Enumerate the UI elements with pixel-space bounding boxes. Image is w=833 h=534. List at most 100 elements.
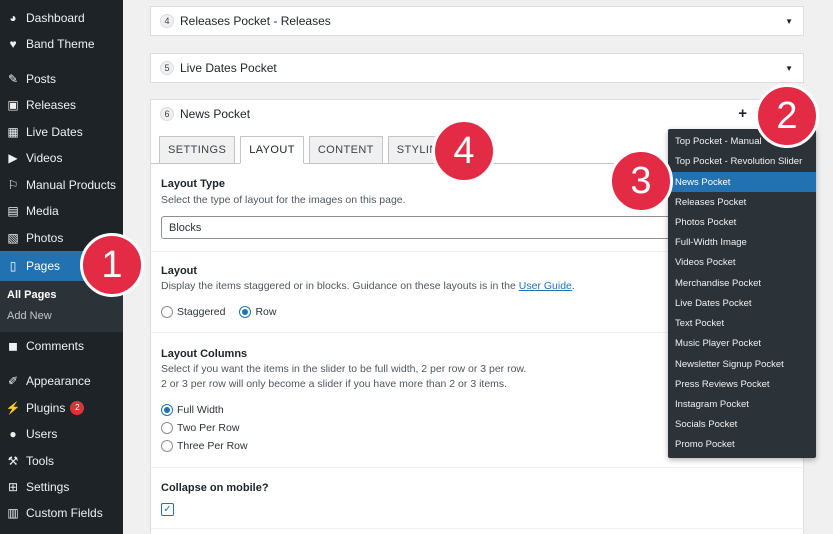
dropdown-item[interactable]: Newsletter Signup Pocket: [668, 354, 816, 374]
sidebar-item-label: Releases: [26, 98, 77, 112]
sidebar-item-posts[interactable]: ✎ Posts: [0, 66, 123, 92]
sidebar-item-label: Live Dates: [26, 125, 83, 139]
radio-label-row: Row: [255, 306, 277, 318]
step-marker-4: 4: [432, 119, 496, 183]
sidebar-item-label: Users: [26, 427, 58, 441]
sidebar-item-comments[interactable]: ◼ Comments: [0, 333, 123, 359]
submenu-all-pages[interactable]: All Pages: [7, 289, 57, 301]
sidebar-item-label: Posts: [26, 72, 57, 86]
sidebar-item-manual-products[interactable]: ⚐ Manual Products: [0, 172, 123, 198]
layout-columns-title: Layout Columns: [161, 348, 248, 360]
brush-icon: ✐: [7, 374, 19, 388]
radio-two-per-row[interactable]: [161, 422, 173, 434]
sidebar-item-custom-fields[interactable]: ▥ Custom Fields: [0, 500, 123, 526]
sidebar-item-appearance[interactable]: ✐ Appearance: [0, 368, 123, 394]
sidebar-item-band-theme[interactable]: ♥ Band Theme: [0, 31, 123, 57]
user-guide-link[interactable]: User Guide: [519, 280, 572, 292]
dropdown-item[interactable]: Promo Pocket: [668, 434, 816, 454]
pocket-header-releases[interactable]: 4 Releases Pocket - Releases ▼: [150, 6, 804, 36]
radio-three-per-row[interactable]: [161, 440, 173, 452]
sidebar-item-label: Band Theme: [26, 37, 95, 51]
column-option-full-width: Full Width: [161, 404, 224, 416]
sidebar-item-users[interactable]: ● Users: [0, 421, 123, 447]
sidebar-item-label: Dashboard: [26, 11, 85, 25]
step-marker-3: 3: [609, 149, 673, 213]
dropdown-item[interactable]: Text Pocket: [668, 313, 816, 333]
sidebar-item-label: Photos: [26, 231, 64, 245]
settings-icon: ⊞: [7, 480, 19, 494]
step-marker-1: 1: [80, 233, 144, 297]
sidebar-item-label: Videos: [26, 151, 63, 165]
comment-icon: ◼: [8, 339, 18, 353]
sidebar-item-label: Settings: [26, 480, 70, 494]
sidebar-item-live-dates[interactable]: ▦ Live Dates: [0, 119, 123, 145]
column-option-two-per-row: Two Per Row: [161, 422, 239, 434]
caret-down-icon[interactable]: ▼: [785, 17, 793, 26]
layout-type-select[interactable]: Blocks: [161, 216, 681, 239]
sidebar-item-plugins[interactable]: ⚡ Plugins 2: [0, 395, 123, 421]
layout-type-title: Layout Type: [161, 178, 225, 190]
dropdown-item[interactable]: Full-Width Image: [668, 232, 816, 252]
sidebar-item-label: Tools: [26, 454, 55, 468]
sidebar-item-label: Media: [26, 204, 59, 218]
pocket-title: Releases Pocket - Releases: [180, 14, 331, 28]
radio-label-staggered: Staggered: [177, 306, 226, 318]
dropdown-item[interactable]: Instagram Pocket: [668, 394, 816, 414]
cart-icon: ⚐: [7, 178, 19, 192]
dropdown-item[interactable]: Press Reviews Pocket: [668, 374, 816, 394]
dropdown-item[interactable]: Socials Pocket: [668, 414, 816, 434]
dropdown-item[interactable]: Videos Pocket: [668, 252, 816, 272]
sidebar-item-media[interactable]: ▤ Media: [0, 198, 123, 224]
pages-icon: ▯: [9, 259, 17, 273]
dropdown-item[interactable]: Merchandise Pocket: [668, 273, 816, 293]
layout-title: Layout: [161, 265, 198, 277]
tab-layout[interactable]: LAYOUT: [240, 136, 304, 164]
dropdown-item[interactable]: Photos Pocket: [668, 212, 816, 232]
pocket-title: Live Dates Pocket: [180, 61, 277, 75]
radio-staggered[interactable]: [161, 306, 173, 318]
add-pocket-button[interactable]: +: [738, 105, 747, 122]
dropdown-item-highlighted[interactable]: News Pocket: [668, 172, 816, 192]
fields-icon: ▥: [7, 506, 19, 520]
pocket-number: 5: [160, 61, 174, 75]
sidebar-item-label: Custom Fields: [26, 506, 103, 520]
sidebar-item-tools[interactable]: ⚒ Tools: [0, 448, 123, 474]
sidebar-item-label: Comments: [26, 339, 85, 353]
radio-row[interactable]: [239, 306, 252, 318]
tab-settings[interactable]: SETTINGS: [159, 136, 236, 164]
divider: [151, 528, 805, 529]
pocket-header-live-dates[interactable]: 5 Live Dates Pocket ▼: [150, 53, 804, 83]
caret-down-icon[interactable]: ▼: [785, 64, 793, 73]
update-count-badge: 2: [70, 401, 85, 415]
users-icon: ●: [9, 427, 17, 441]
sidebar-item-label: Plugins: [26, 401, 66, 415]
pocket-number: 4: [160, 14, 174, 28]
calendar-icon: ▦: [7, 125, 19, 139]
dropdown-item[interactable]: Releases Pocket: [668, 192, 816, 212]
sidebar-item-releases[interactable]: ▣ Releases: [0, 92, 123, 118]
layout-options: Staggered Row: [161, 306, 276, 318]
dropdown-item[interactable]: Top Pocket - Revolution Slider: [668, 151, 816, 171]
layout-desc-text: Display the items staggered or in blocks…: [161, 280, 516, 292]
sidebar-item-videos[interactable]: ▶ Videos: [0, 145, 123, 171]
radio-full-width[interactable]: [161, 404, 173, 416]
sidebar-item-settings[interactable]: ⊞ Settings: [0, 474, 123, 500]
layout-desc: Display the items staggered or in blocks…: [161, 279, 575, 294]
pocket-number: 6: [160, 107, 174, 121]
column-option-three-per-row: Three Per Row: [161, 440, 248, 452]
dashboard-icon: ◕: [9, 11, 17, 25]
collapse-title: Collapse on mobile?: [161, 482, 269, 494]
submenu-add-new[interactable]: Add New: [7, 310, 52, 322]
sidebar-item-label: Manual Products: [26, 178, 117, 192]
radio-label-full-width: Full Width: [177, 404, 224, 416]
video-icon: ▶: [8, 151, 18, 165]
step-marker-2: 2: [755, 84, 819, 148]
layout-type-desc: Select the type of layout for the images…: [161, 194, 406, 206]
dropdown-item[interactable]: Live Dates Pocket: [668, 293, 816, 313]
plugin-icon: ⚡: [5, 401, 21, 415]
collapse-checkbox[interactable]: ✓: [161, 503, 174, 516]
tab-content[interactable]: CONTENT: [308, 136, 383, 164]
sidebar-item-dashboard[interactable]: ◕ Dashboard: [0, 5, 123, 31]
dropdown-item[interactable]: Music Player Pocket: [668, 333, 816, 353]
radio-label-two-per-row: Two Per Row: [177, 422, 240, 434]
